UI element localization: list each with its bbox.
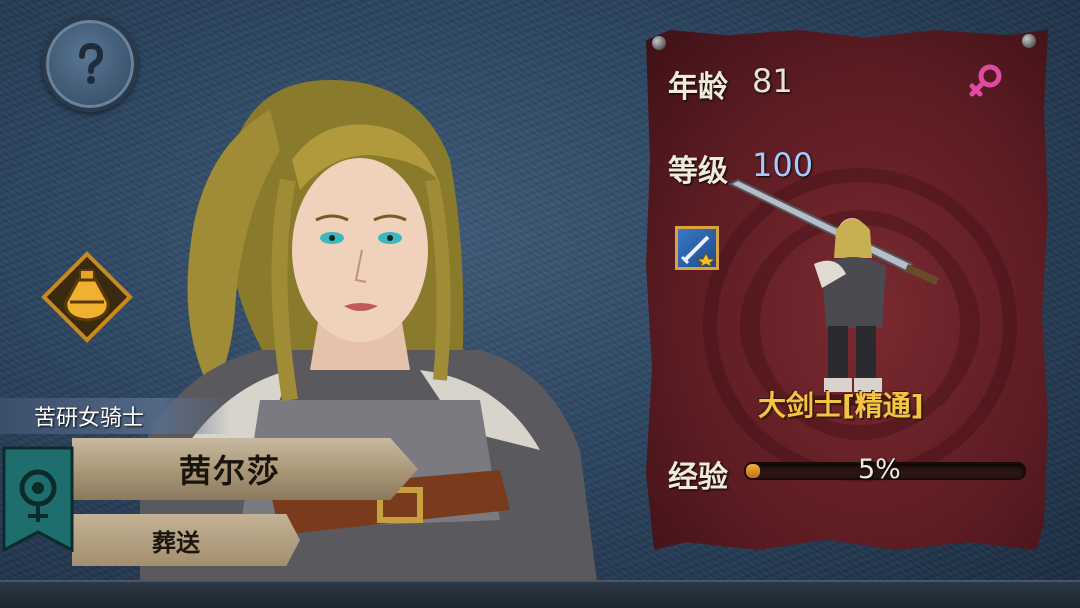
panel-rivet (652, 36, 666, 50)
xp-bar-fill (746, 464, 760, 478)
trait-plate[interactable]: 葬送 (72, 514, 300, 566)
character-sprite (727, 178, 940, 406)
female-symbol-icon (969, 64, 1002, 97)
character-name: 茜尔莎 (178, 452, 281, 490)
age-value: 81 (752, 62, 793, 100)
panel-rivet (1022, 34, 1036, 48)
level-label: 等级 (668, 154, 728, 189)
sword-skill-icon[interactable] (675, 226, 719, 270)
class-banner-icon[interactable] (2, 446, 74, 552)
name-plate[interactable]: 茜尔莎 (72, 438, 418, 500)
question-mark-icon (79, 42, 104, 84)
xp-label: 经验 (668, 460, 728, 495)
age-label: 年龄 (668, 70, 728, 105)
character-title: 苦研女骑士 (0, 398, 230, 434)
xp-percent: 5% (858, 454, 901, 485)
character-trait: 葬送 (152, 528, 200, 557)
character-title-text: 苦研女骑士 (34, 406, 145, 431)
class-name: 大剑士[精通] (758, 389, 924, 422)
bottom-bar (0, 580, 1080, 608)
